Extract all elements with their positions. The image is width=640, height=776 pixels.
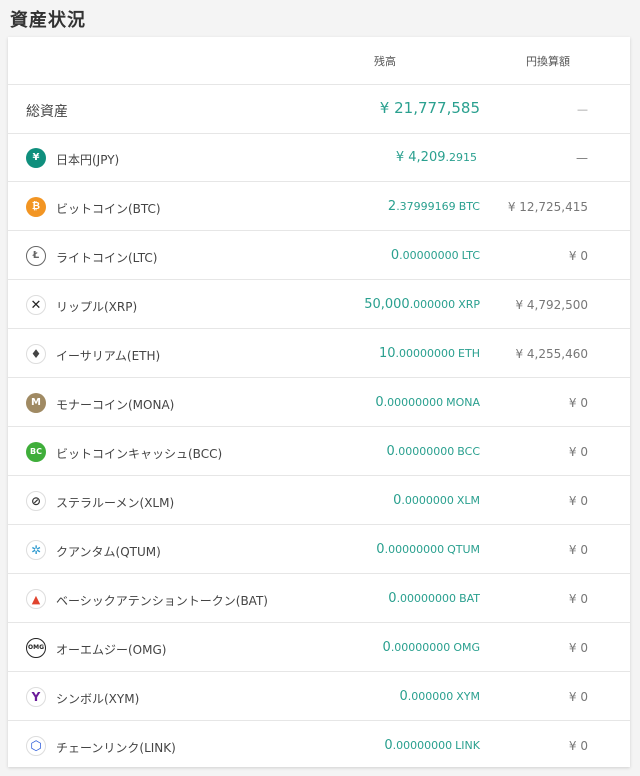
asset-jpy-value: ¥ 0	[568, 396, 588, 410]
table-row: ⊘ ステラルーメン(XLM) 0.0000000 XLM ¥ 0	[8, 477, 630, 525]
asset-jpy-value: ¥ 0	[568, 592, 588, 606]
litecoin-icon: Ł	[26, 246, 46, 266]
asset-balance: 0.00000000 QTUM	[376, 542, 480, 557]
table-row: ⬡ チェーンリンク(LINK) 0.00000000 LINK ¥ 0	[8, 722, 630, 770]
table-row: ₿ ビットコイン(BTC) 2.37999169 BTC ¥ 12,725,415	[8, 183, 630, 231]
table-row: ✕ リップル(XRP) 50,000.000000 XRP ¥ 4,792,500	[8, 281, 630, 329]
table-row: ✲ クアンタム(QTUM) 0.00000000 QTUM ¥ 0	[8, 526, 630, 574]
asset-jpy-value: ¥ 0	[568, 739, 588, 753]
yen-icon: ¥	[26, 148, 46, 168]
asset-name: イーサリアム(ETH)	[56, 349, 161, 363]
asset-balance: 0.00000000 BAT	[388, 591, 480, 606]
asset-jpy-value: ¥ 4,255,460	[515, 347, 588, 361]
table-row: Y シンボル(XYM) 0.000000 XYM ¥ 0	[8, 673, 630, 721]
asset-jpy-value: ¥ 4,792,500	[515, 298, 588, 312]
ethereum-icon: ♦	[26, 344, 46, 364]
asset-name: ビットコイン(BTC)	[56, 202, 161, 216]
asset-balance: 0.00000000 LTC	[390, 248, 480, 263]
asset-table: 残高 円換算額 総資産 ¥ 21,777,585 — ¥ 日本円(JPY) ¥ …	[8, 37, 630, 767]
asset-name: ステラルーメン(XLM)	[56, 496, 175, 510]
bat-icon: ▲	[26, 589, 46, 609]
asset-name: ライトコイン(LTC)	[56, 251, 158, 265]
table-row: Ł ライトコイン(LTC) 0.00000000 LTC ¥ 0	[8, 232, 630, 280]
total-assets-value: ¥ 21,777,585	[379, 99, 480, 117]
table-row: ¥ 日本円(JPY) ¥ 4,209.2915 —	[8, 134, 630, 182]
asset-name: オーエムジー(OMG)	[56, 643, 167, 657]
asset-name: クアンタム(QTUM)	[56, 545, 161, 559]
asset-balance: 0.00000000 BCC	[386, 444, 481, 459]
asset-name: チェーンリンク(LINK)	[56, 741, 176, 755]
asset-jpy-value: ¥ 0	[568, 494, 588, 508]
table-row: ♦ イーサリアム(ETH) 10.00000000 ETH ¥ 4,255,460	[8, 330, 630, 378]
bitcoin-cash-icon: BC	[26, 442, 46, 462]
asset-name: 日本円(JPY)	[56, 153, 120, 167]
monacoin-icon: M	[26, 393, 46, 413]
chainlink-icon: ⬡	[26, 736, 46, 756]
bitcoin-icon: ₿	[26, 197, 46, 217]
omg-icon: OMG	[26, 638, 46, 658]
header-jpy-value: 円換算額	[526, 55, 570, 68]
asset-balance: 50,000.000000 XRP	[364, 297, 480, 312]
asset-jpy-value: ¥ 0	[568, 445, 588, 459]
header-balance: 残高	[374, 55, 396, 68]
asset-balance: 0.00000000 OMG	[382, 640, 480, 655]
asset-balance: ¥ 4,209.2915	[395, 150, 477, 165]
page-title: 資産状況	[10, 10, 86, 31]
asset-balance: 2.37999169 BTC	[387, 199, 480, 214]
asset-balance: 0.00000000 LINK	[384, 738, 480, 753]
ripple-icon: ✕	[26, 295, 46, 315]
table-row: M モナーコイン(MONA) 0.00000000 MONA ¥ 0	[8, 379, 630, 427]
table-header: 残高 円換算額	[8, 37, 630, 85]
asset-name: ビットコインキャッシュ(BCC)	[56, 447, 223, 461]
asset-jpy-value: ¥ 0	[568, 690, 588, 704]
asset-balance: 0.0000000 XLM	[393, 493, 480, 508]
asset-jpy-value: ¥ 12,725,415	[507, 200, 588, 214]
asset-jpy-value: ¥ 0	[568, 249, 588, 263]
asset-name: シンボル(XYM)	[56, 692, 140, 706]
asset-balance: 10.00000000 ETH	[379, 346, 480, 361]
asset-jpy-value: ¥ 0	[568, 543, 588, 557]
table-row: ▲ ベーシックアテンショントークン(BAT) 0.00000000 BAT ¥ 0	[8, 575, 630, 623]
asset-jpy-value: ¥ 0	[568, 641, 588, 655]
table-row: OMG オーエムジー(OMG) 0.00000000 OMG ¥ 0	[8, 624, 630, 672]
table-row: BC ビットコインキャッシュ(BCC) 0.00000000 BCC ¥ 0	[8, 428, 630, 476]
asset-name: リップル(XRP)	[56, 300, 138, 314]
asset-name: ベーシックアテンショントークン(BAT)	[56, 594, 268, 608]
total-assets-label: 総資産	[26, 104, 68, 120]
symbol-icon: Y	[26, 687, 46, 707]
qtum-icon: ✲	[26, 540, 46, 560]
total-assets-jpy: —	[577, 103, 588, 116]
stellar-icon: ⊘	[26, 491, 46, 511]
asset-balance: 0.00000000 MONA	[375, 395, 480, 410]
total-assets-row: 総資産 ¥ 21,777,585 —	[8, 85, 630, 134]
asset-name: モナーコイン(MONA)	[56, 398, 175, 412]
asset-jpy-value: —	[576, 151, 588, 165]
asset-balance: 0.000000 XYM	[399, 689, 480, 704]
